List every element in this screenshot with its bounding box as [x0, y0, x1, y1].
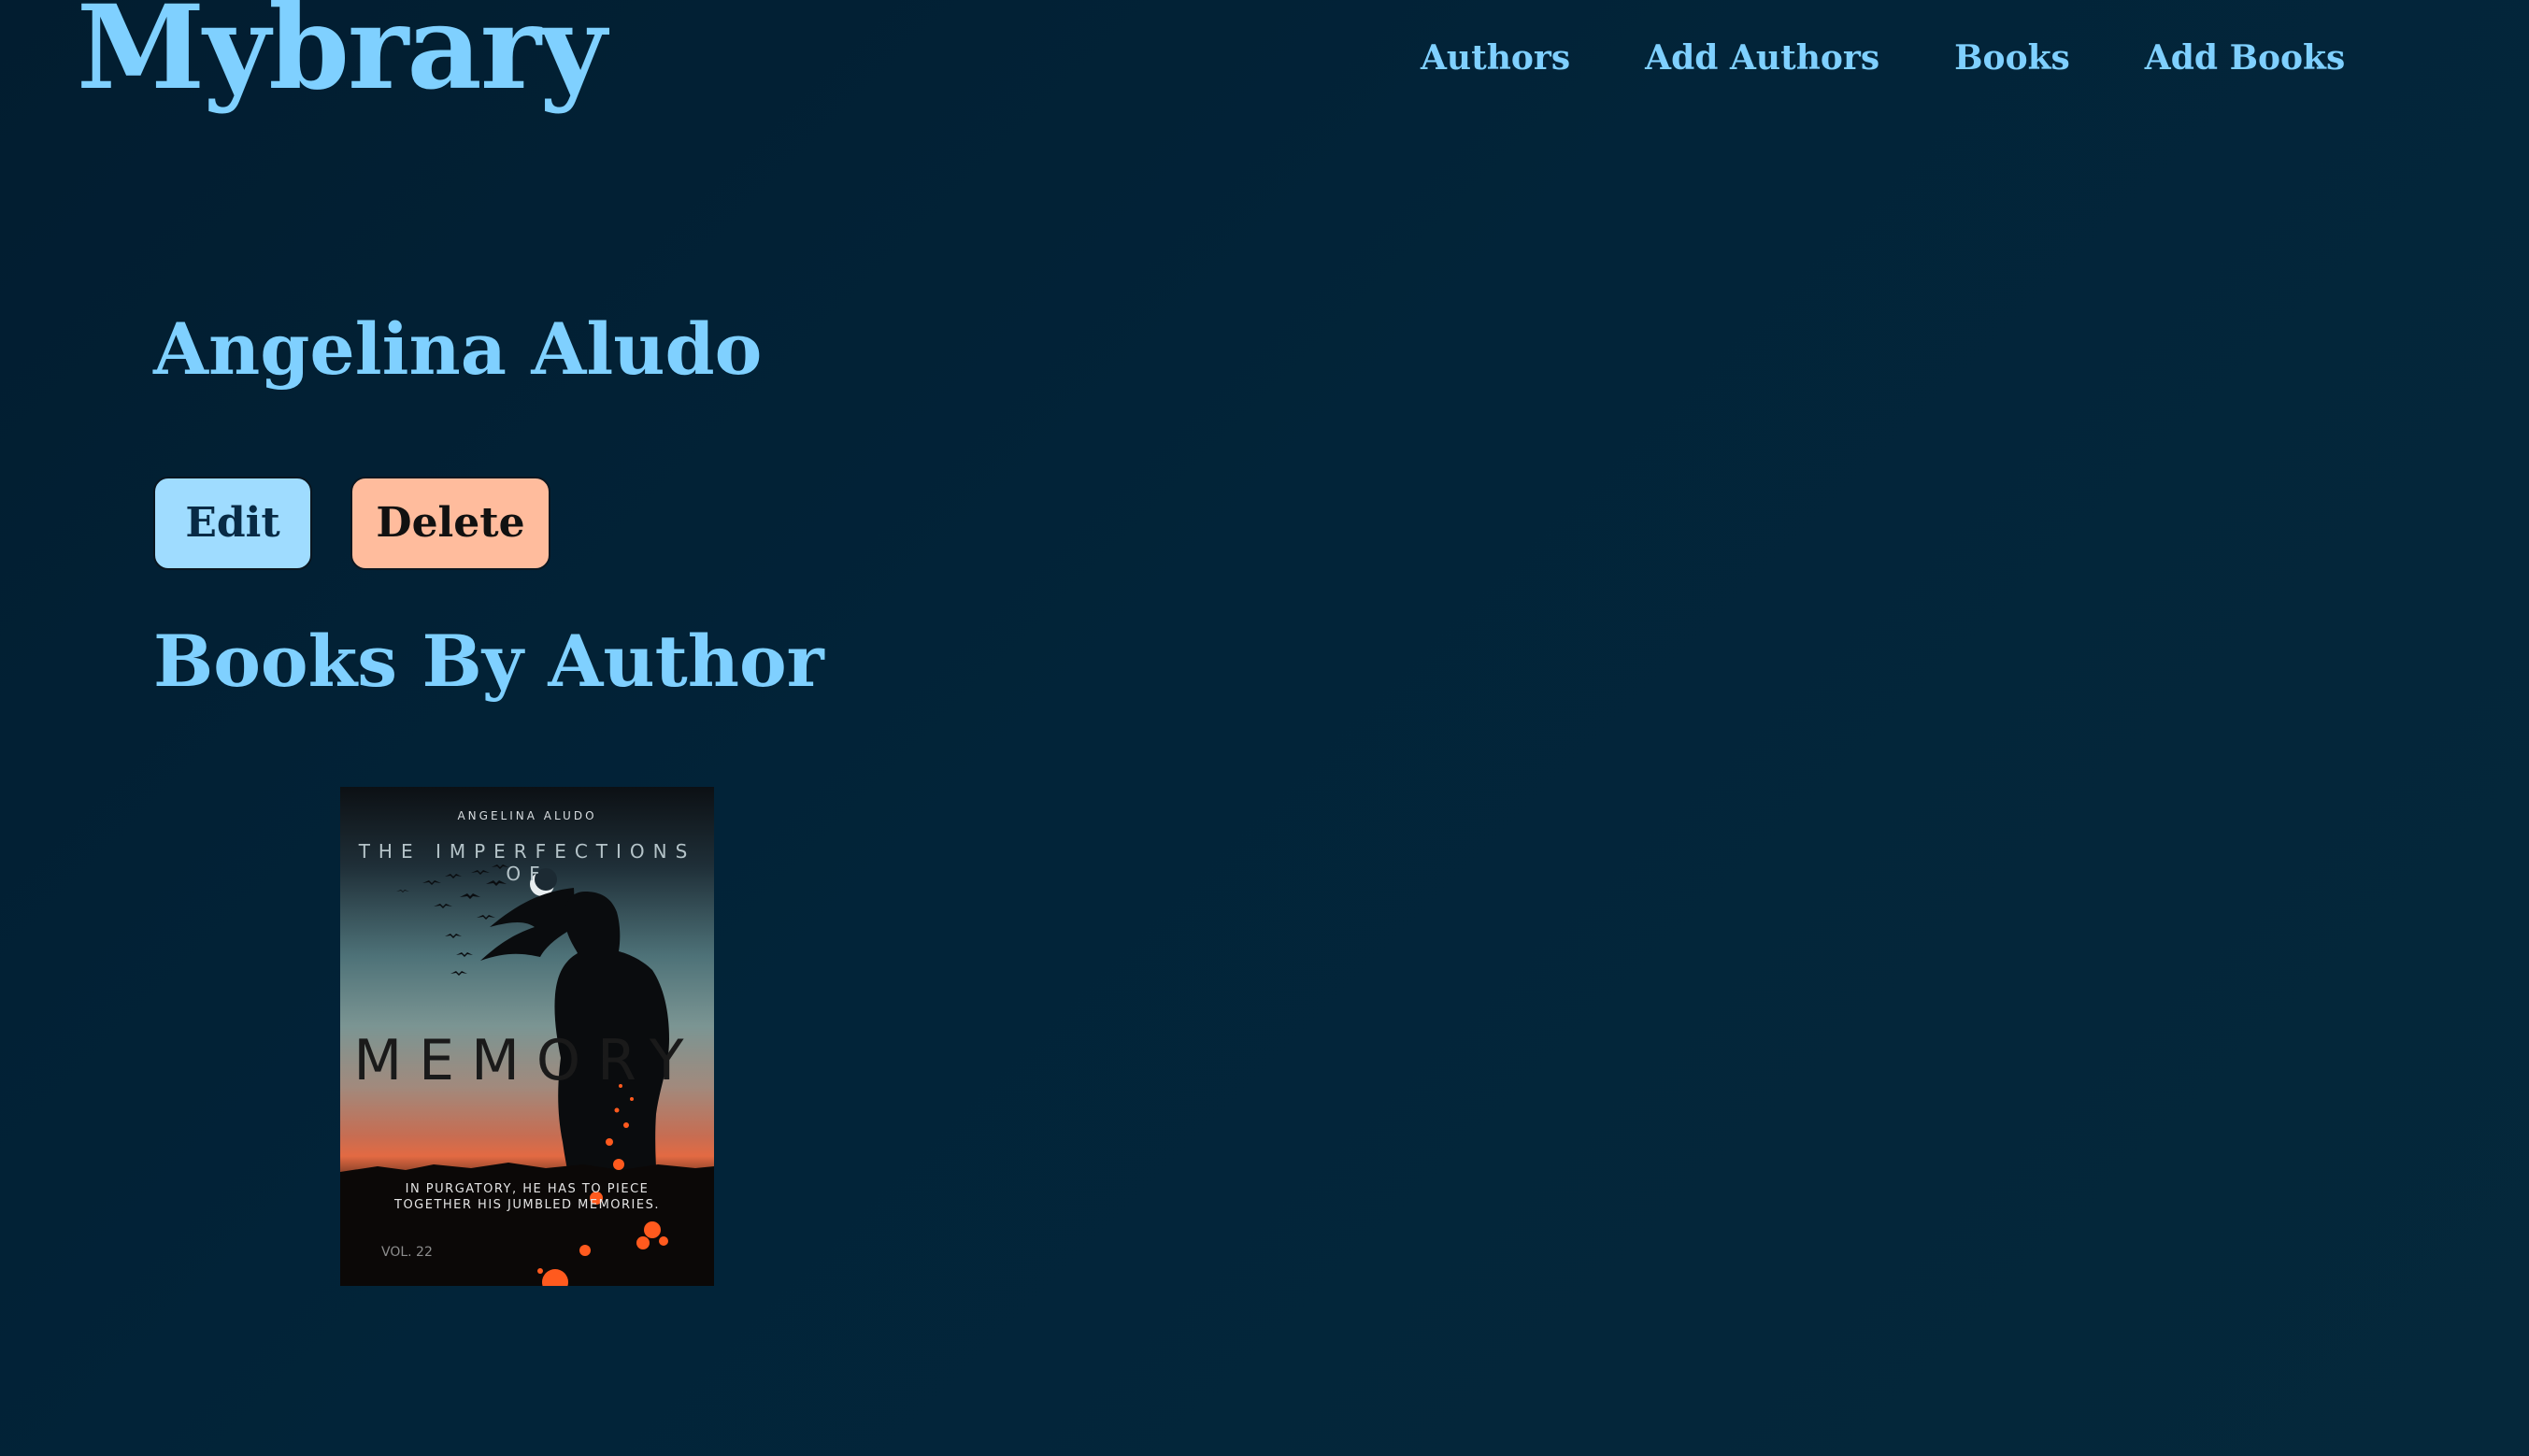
cover-tagline-text: IN PURGATORY, HE HAS TO PIECE TOGETHER H… [340, 1181, 714, 1213]
nav-books-link[interactable]: Books [1954, 41, 2070, 75]
cover-volume-text: VOL. 22 [381, 1245, 433, 1260]
book-cover-link[interactable]: ANGELINA ALUDO THE IMPERFECTIONS OF MEMO… [340, 787, 714, 1286]
books-by-author-heading: Books By Author [153, 620, 824, 703]
nav-add-books-link[interactable]: Add Books [2145, 41, 2345, 75]
site-header: Mybrary Authors Add Authors Books Add Bo… [0, 0, 2529, 150]
nav-authors-link[interactable]: Authors [1421, 41, 1570, 75]
brand-logo[interactable]: Mybrary [77, 0, 607, 119]
cover-author-text: ANGELINA ALUDO [457, 809, 597, 822]
author-name-heading: Angelina Aludo [153, 307, 763, 391]
cover-title-text: MEMORY [353, 1028, 701, 1093]
delete-author-button[interactable]: Delete [350, 477, 550, 570]
main-nav: Authors Add Authors Books Add Books [1421, 41, 2345, 75]
cover-series-text: THE IMPERFECTIONS OF [358, 840, 696, 885]
cover-tagline-line2: TOGETHER HIS JUMBLED MEMORIES. [394, 1198, 660, 1212]
cover-tagline-line1: IN PURGATORY, HE HAS TO PIECE [405, 1182, 650, 1196]
nav-add-authors-link[interactable]: Add Authors [1645, 41, 1879, 75]
edit-author-button[interactable]: Edit [153, 477, 312, 570]
